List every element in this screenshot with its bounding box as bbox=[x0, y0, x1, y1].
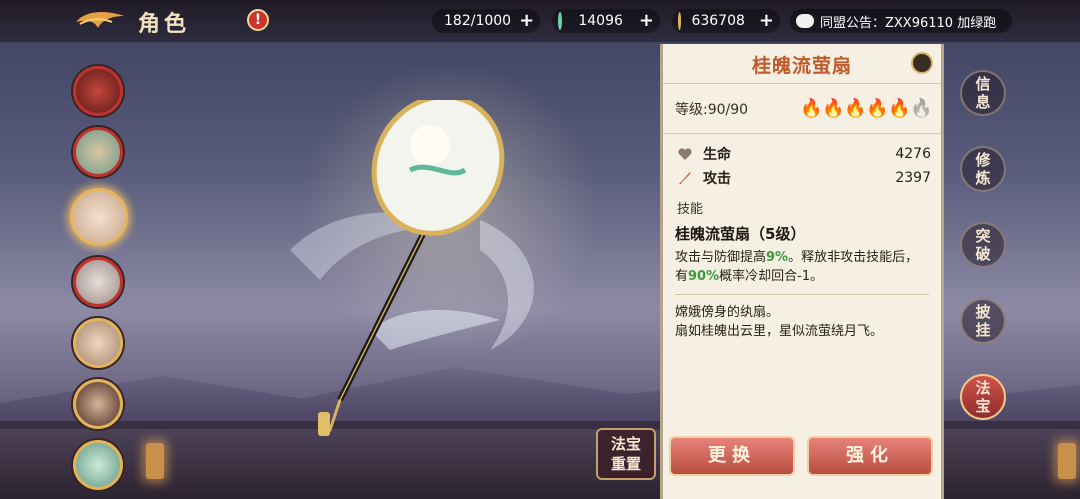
flame-icon: 🔥 bbox=[800, 97, 823, 119]
coin-add-button[interactable]: + bbox=[759, 12, 774, 30]
lore-text: 嫦娥傍身的纨扇。 扇如桂魄出云里，星似流萤绕月飞。 bbox=[663, 295, 941, 341]
coin-icon bbox=[678, 12, 682, 30]
character-list bbox=[70, 66, 128, 499]
tab-info[interactable]: 信息 bbox=[960, 70, 1006, 116]
tab-label: 宝 bbox=[975, 397, 991, 415]
flame-icon: 🔥 bbox=[866, 97, 889, 119]
star-rating: 🔥 🔥 🔥 🔥 🔥 🔥 bbox=[800, 97, 933, 120]
alliance-notice[interactable]: 同盟公告：ZXX96110 加绿跑 bbox=[790, 9, 1012, 33]
resource-peach: 182/1000 + bbox=[432, 9, 540, 33]
heart-icon bbox=[678, 148, 692, 160]
lantern-left bbox=[146, 443, 164, 479]
panel-header: 桂魄流萤扇 bbox=[663, 44, 941, 84]
character-avatar[interactable] bbox=[73, 379, 123, 429]
stat-value: 4276 bbox=[895, 146, 931, 162]
character-avatar[interactable] bbox=[73, 257, 123, 307]
character-avatar[interactable] bbox=[73, 440, 123, 490]
replace-button[interactable]: 更换 bbox=[669, 436, 795, 476]
tab-cultivate[interactable]: 修炼 bbox=[960, 146, 1006, 192]
treasure-fan-image bbox=[290, 100, 534, 436]
skill-highlight: 90% bbox=[688, 269, 720, 284]
tab-label: 法 bbox=[975, 379, 991, 397]
level-text: 等级:90/90 bbox=[675, 101, 749, 118]
skill-highlight: 9% bbox=[766, 250, 789, 265]
page-title: 角色 bbox=[138, 12, 191, 37]
tab-label: 披 bbox=[975, 303, 991, 321]
sword-icon bbox=[679, 172, 691, 184]
tab-label: 炼 bbox=[975, 169, 991, 187]
stat-value: 2397 bbox=[895, 170, 931, 186]
character-avatar[interactable] bbox=[73, 318, 123, 368]
coin-value: 636708 bbox=[691, 13, 745, 29]
notice-text: 同盟公告：ZXX96110 加绿跑 bbox=[820, 15, 997, 31]
flame-icon: 🔥 bbox=[822, 97, 845, 119]
stat-row-hp: 生命 4276 bbox=[663, 142, 941, 166]
tab-label: 修 bbox=[975, 151, 991, 169]
skill-desc-text: 攻击与防御提高 bbox=[675, 250, 767, 265]
resource-jade: 14096 + bbox=[552, 9, 660, 33]
flame-icon: 🔥 bbox=[844, 97, 867, 119]
tab-breakthrough[interactable]: 突破 bbox=[960, 222, 1006, 268]
lore-line: 嫦娥傍身的纨扇。 bbox=[675, 305, 780, 320]
tab-label: 信 bbox=[975, 75, 991, 93]
character-avatar[interactable] bbox=[73, 66, 123, 116]
character-avatar[interactable] bbox=[73, 127, 123, 177]
lantern-right bbox=[1058, 443, 1076, 479]
tab-label: 息 bbox=[975, 93, 991, 111]
stat-row-attack: 攻击 2397 bbox=[663, 166, 941, 190]
stat-label: 生命 bbox=[703, 147, 731, 163]
reset-label-line: 重置 bbox=[610, 455, 641, 473]
jade-value: 14096 bbox=[578, 13, 623, 29]
chat-bubble-icon bbox=[796, 14, 814, 28]
tab-label: 破 bbox=[975, 245, 991, 263]
skill-description: 攻击与防御提高9%。释放非攻击技能后，有90%概率冷却回合-1。 bbox=[663, 244, 941, 286]
reset-label-line: 法宝 bbox=[610, 435, 641, 453]
skill-section-label: 技能 bbox=[677, 202, 704, 217]
level-row: 等级:90/90 🔥 🔥 🔥 🔥 🔥 🔥 bbox=[663, 84, 941, 134]
stat-label: 攻击 bbox=[703, 171, 731, 187]
jade-icon bbox=[558, 12, 563, 30]
flame-icon: 🔥 bbox=[888, 97, 911, 119]
flame-empty-icon: 🔥 bbox=[910, 97, 933, 119]
back-logo-icon[interactable] bbox=[72, 8, 128, 34]
right-tab-bar: 信息 修炼 突破 披挂 法宝 bbox=[958, 70, 1008, 450]
enhance-button[interactable]: 强化 bbox=[807, 436, 933, 476]
tab-label: 挂 bbox=[975, 321, 991, 339]
skill-name: 桂魄流萤扇（5级） bbox=[675, 225, 806, 243]
lore-line: 扇如桂魄出云里，星似流萤绕月飞。 bbox=[675, 324, 884, 339]
resource-coin: 636708 + bbox=[672, 9, 780, 33]
stats-list: 生命 4276 攻击 2397 bbox=[663, 134, 941, 190]
peach-add-button[interactable]: + bbox=[519, 12, 534, 30]
character-avatar-selected[interactable] bbox=[70, 188, 128, 246]
jade-add-button[interactable]: + bbox=[639, 12, 654, 30]
treasure-name: 桂魄流萤扇 bbox=[751, 55, 852, 77]
peach-value: 182/1000 bbox=[444, 13, 512, 29]
tab-equip[interactable]: 披挂 bbox=[960, 298, 1006, 344]
info-toggle-icon[interactable] bbox=[911, 52, 933, 74]
top-bar: 角色 ! 182/1000 + 14096 + 636708 + 同盟公告：ZX… bbox=[0, 0, 1080, 42]
tab-treasure[interactable]: 法宝 bbox=[960, 374, 1006, 420]
treasure-reset-button[interactable]: 法宝 重置 bbox=[596, 428, 656, 480]
treasure-detail-panel: 桂魄流萤扇 等级:90/90 🔥 🔥 🔥 🔥 🔥 🔥 生命 4276 攻击 23… bbox=[660, 44, 944, 499]
skill-desc-text: 概率冷却回合-1。 bbox=[719, 269, 824, 284]
tab-label: 突 bbox=[975, 227, 991, 245]
alert-icon[interactable]: ! bbox=[247, 9, 269, 31]
